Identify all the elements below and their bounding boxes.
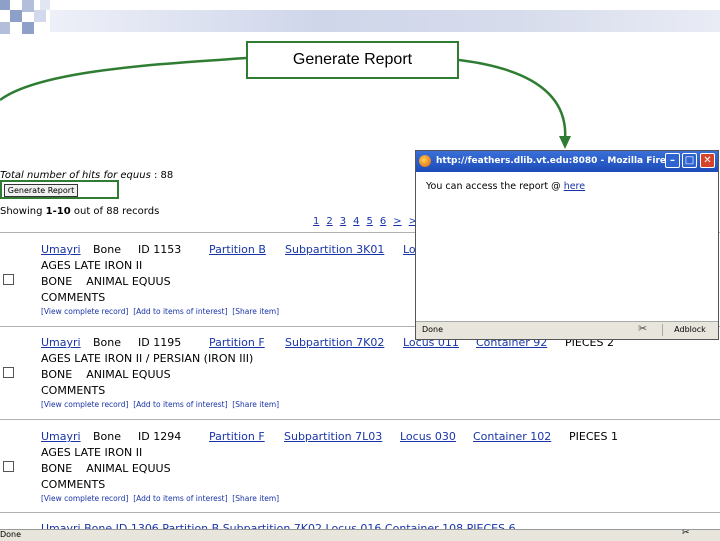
container-link[interactable]: Container 102 xyxy=(473,430,551,443)
partition-link[interactable]: Partition B xyxy=(209,243,266,256)
page-link[interactable]: 4 xyxy=(353,216,359,227)
view-record-link[interactable]: [View complete record] xyxy=(41,494,128,503)
share-item-link[interactable]: [Share item] xyxy=(232,400,279,409)
record-checkbox[interactable] xyxy=(3,274,14,285)
view-record-link[interactable]: [View complete record] xyxy=(41,400,128,409)
generate-report-highlight: Generate Report xyxy=(0,180,119,199)
popup-title: http://feathers.dlib.vt.edu:8080 - Mozil… xyxy=(436,156,677,166)
share-item-link[interactable]: [Share item] xyxy=(232,494,279,503)
view-record-link[interactable]: [View complete record] xyxy=(41,307,128,316)
add-interest-link[interactable]: [Add to items of interest] xyxy=(133,494,227,503)
generate-report-button[interactable]: Generate Report xyxy=(4,184,78,197)
share-item-link[interactable]: [Share item] xyxy=(232,307,279,316)
record-checkbox[interactable] xyxy=(3,367,14,378)
browser-status-text: Done xyxy=(0,530,22,539)
hits-query: equus xyxy=(120,170,151,181)
locus-link[interactable]: Locus 030 xyxy=(400,430,456,443)
maximize-button[interactable]: □ xyxy=(682,153,697,168)
site-link[interactable]: Umayri xyxy=(41,430,81,443)
subpartition-link[interactable]: Subpartition 3K01 xyxy=(285,243,384,256)
page-link[interactable]: 6 xyxy=(380,216,386,227)
scissors-icon: ✂ xyxy=(638,322,648,335)
popup-status-text: Done xyxy=(422,325,444,334)
page-link[interactable]: 3 xyxy=(340,216,346,227)
subpartition-link[interactable]: Subpartition 7L03 xyxy=(284,430,382,443)
add-interest-link[interactable]: [Add to items of interest] xyxy=(133,307,227,316)
popup-status-bar: Done ✂ Adblock xyxy=(416,321,718,339)
scissors-icon: ✂ xyxy=(682,528,690,538)
page-link[interactable]: 1 xyxy=(313,216,319,227)
next-page-link[interactable]: > xyxy=(393,216,401,227)
row-separator xyxy=(0,419,720,420)
page-link[interactable]: 2 xyxy=(326,216,332,227)
popup-message: You can access the report @ here xyxy=(426,181,586,192)
report-popup-window: http://feathers.dlib.vt.edu:8080 - Mozil… xyxy=(415,150,719,340)
page-link[interactable]: 5 xyxy=(367,216,373,227)
adblock-button[interactable]: Adblock xyxy=(662,324,717,336)
partition-link[interactable]: Partition F xyxy=(209,430,265,443)
cut-off-record-row: Umayri Bone ID 1306 Partition B Subparti… xyxy=(41,522,516,529)
row-separator xyxy=(0,512,720,513)
minimize-button[interactable]: – xyxy=(665,153,680,168)
popup-title-bar: http://feathers.dlib.vt.edu:8080 - Mozil… xyxy=(416,151,718,172)
report-link[interactable]: here xyxy=(564,181,585,192)
subpartition-link[interactable]: Subpartition 7K02 xyxy=(285,336,384,349)
hits-count: : 88 xyxy=(153,170,174,181)
firefox-icon xyxy=(419,155,431,167)
add-interest-link[interactable]: [Add to items of interest] xyxy=(133,400,227,409)
partition-link[interactable]: Partition F xyxy=(209,336,265,349)
site-link[interactable]: Umayri xyxy=(41,243,81,256)
showing-records: Showing 1-10 out of 88 records xyxy=(0,206,160,217)
site-link[interactable]: Umayri xyxy=(41,336,81,349)
browser-status-bar: Done ✂ xyxy=(0,528,720,541)
record-checkbox[interactable] xyxy=(3,461,14,472)
close-button[interactable]: ✕ xyxy=(700,153,715,168)
